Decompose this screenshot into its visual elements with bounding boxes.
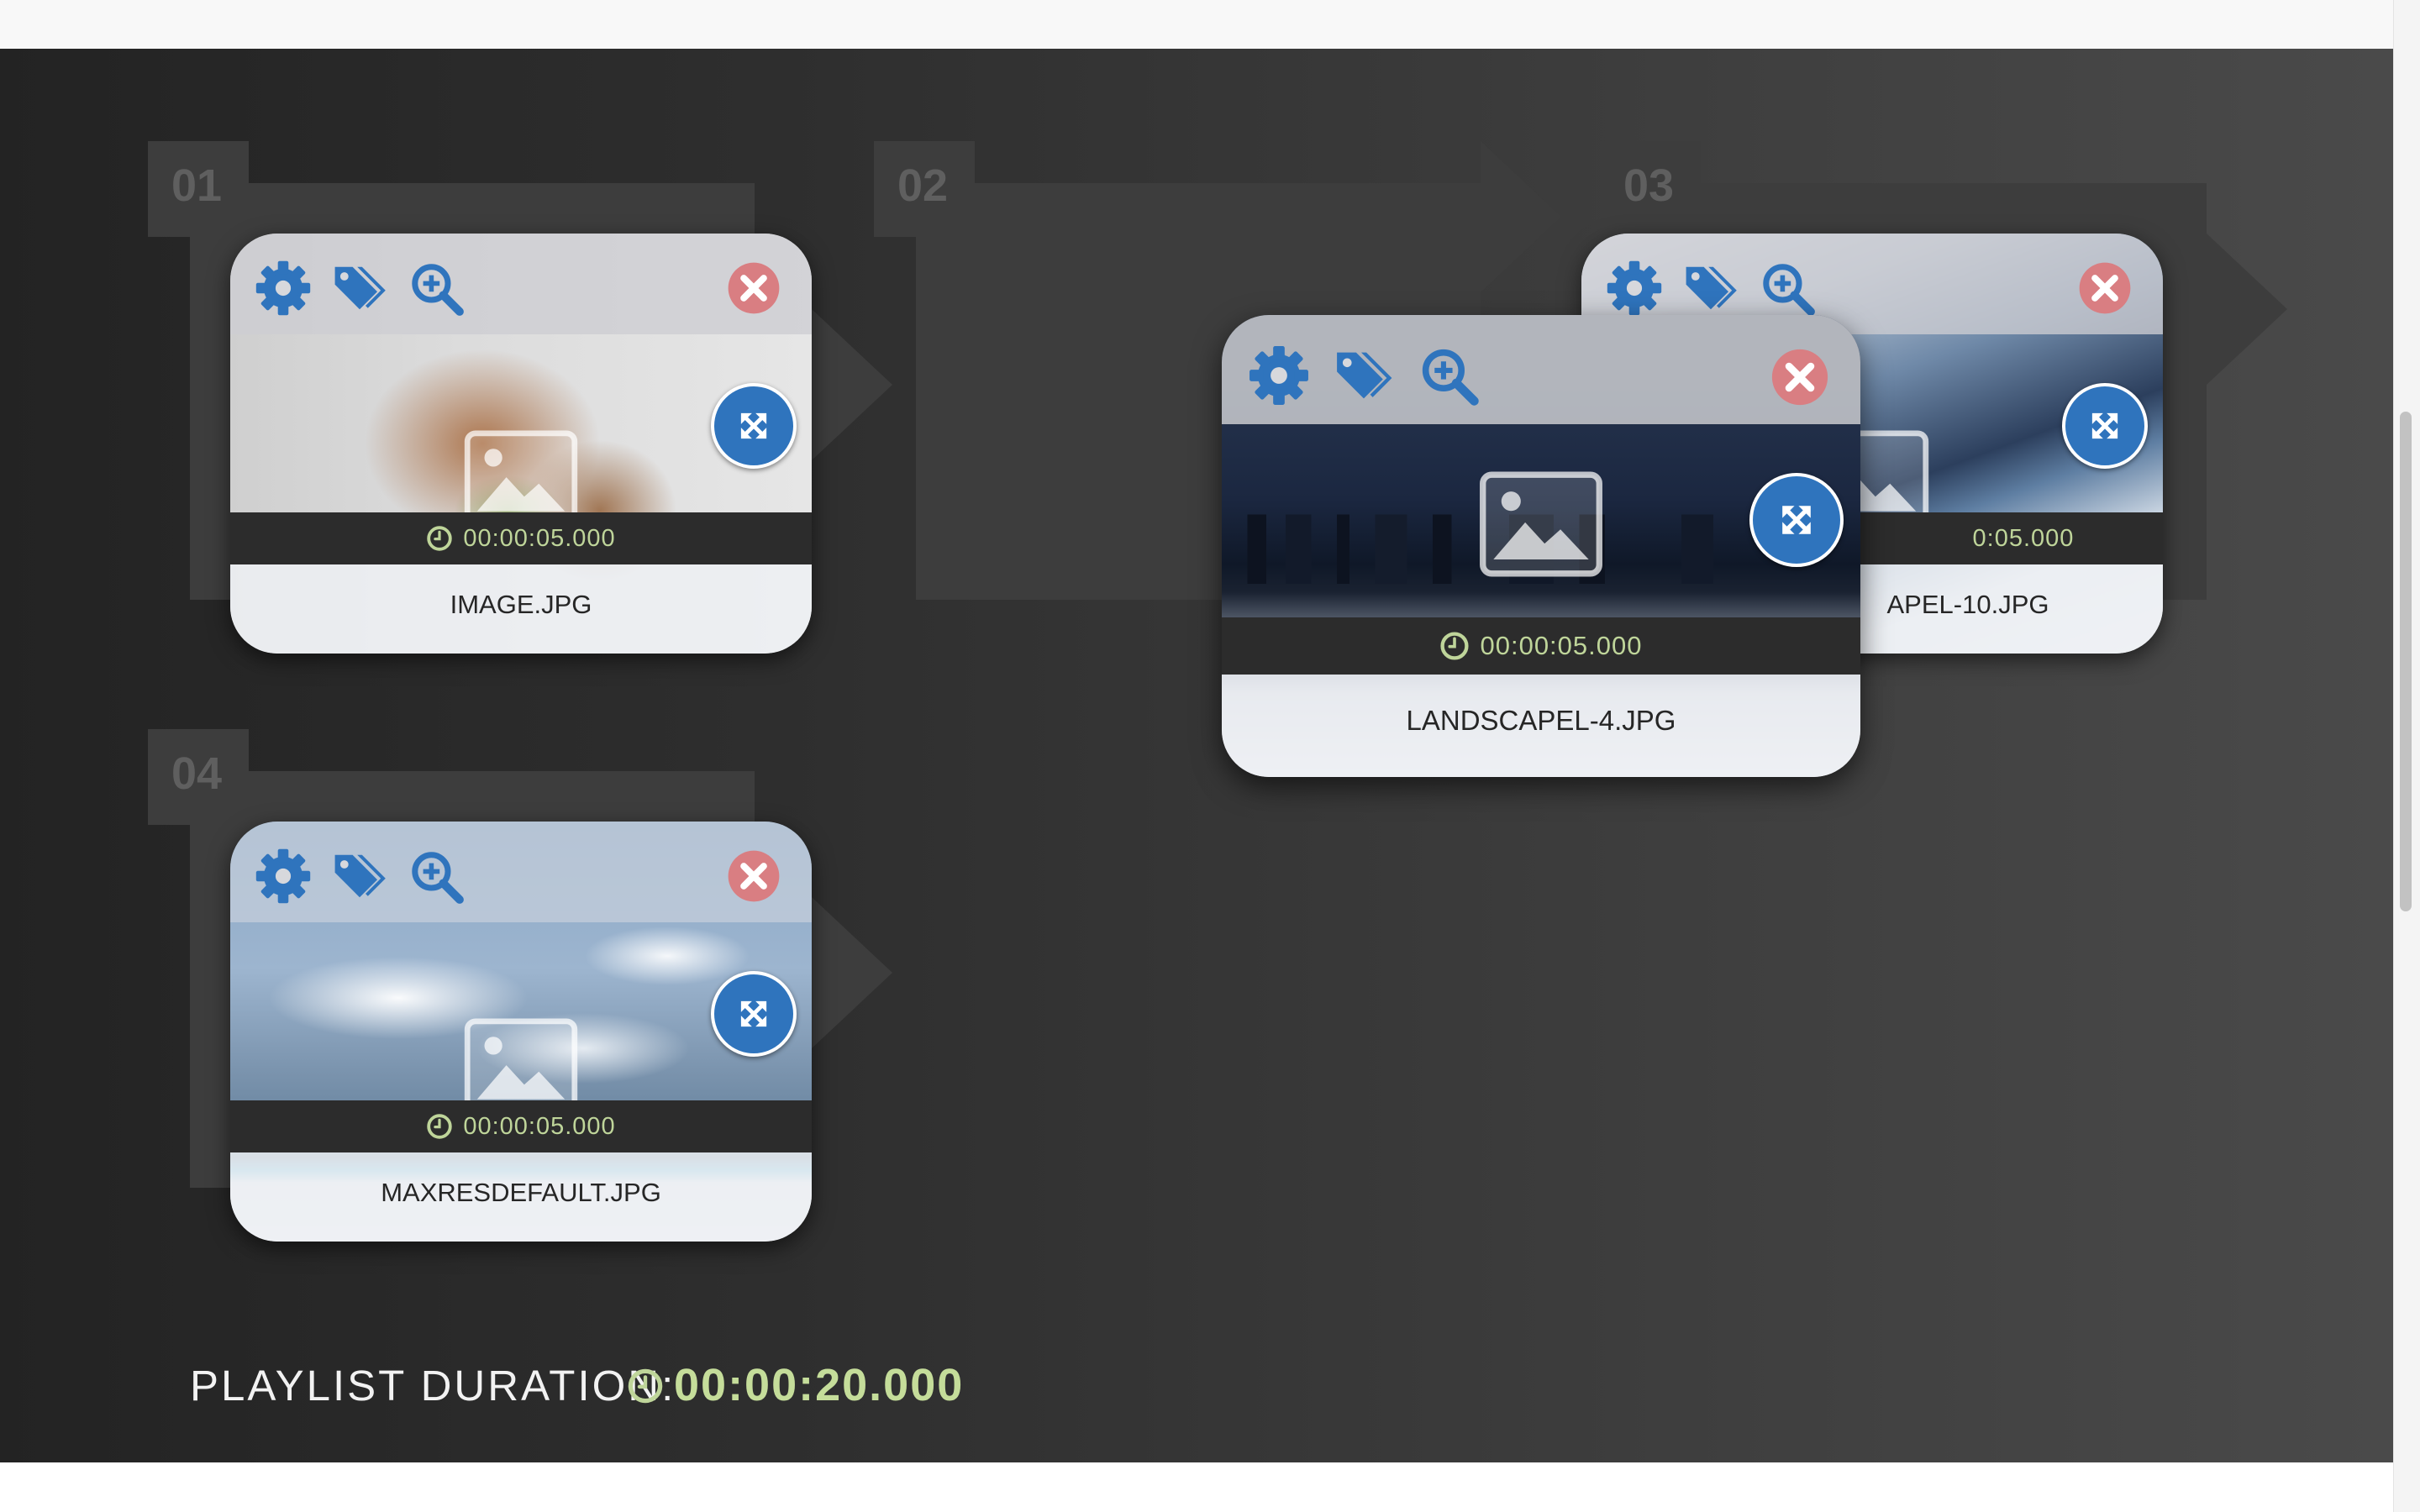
expand-icon	[731, 403, 776, 449]
zoom-in-icon[interactable]	[1417, 344, 1481, 407]
close-icon[interactable]	[726, 260, 781, 316]
expand-button[interactable]	[711, 383, 797, 469]
duration-bar: 00:00:05.000	[230, 1100, 812, 1152]
expand-button[interactable]	[711, 971, 797, 1057]
clock-icon	[426, 1113, 453, 1140]
close-icon[interactable]	[1770, 347, 1830, 407]
playlist-stage: 01 02 03 04 0:05.000 APEL-10.JPG 00:00:0…	[0, 49, 2393, 1462]
slot-number: 04	[171, 748, 223, 799]
zoom-in-icon[interactable]	[407, 259, 466, 318]
expand-icon	[731, 991, 776, 1037]
zoom-in-icon[interactable]	[407, 847, 466, 906]
tag-icon[interactable]	[329, 847, 390, 906]
tag-icon[interactable]	[1331, 344, 1397, 407]
slot-arrow	[812, 309, 892, 460]
expand-button[interactable]	[1749, 473, 1844, 567]
filename-label: LANDSCAPEL-4.JPG	[1406, 705, 1676, 736]
media-card[interactable]: 00:00:05.000 IMAGE.JPG	[230, 234, 812, 654]
zoom-in-icon[interactable]	[1758, 259, 1817, 318]
playlist-duration-label: PLAYLIST DURATION:	[190, 1362, 676, 1410]
gear-icon[interactable]	[1247, 344, 1311, 407]
bottom-bar	[0, 1462, 2393, 1512]
card-toolbar	[230, 234, 812, 334]
gear-icon[interactable]	[254, 847, 313, 906]
duration-text: 0:05.000	[1972, 524, 2075, 552]
close-icon[interactable]	[2077, 260, 2133, 316]
slot-number: 02	[897, 160, 949, 211]
gear-icon[interactable]	[1605, 259, 1664, 318]
filename-label: IMAGE.JPG	[450, 590, 592, 619]
media-card[interactable]: 00:00:05.000 LANDSCAPEL-4.JPG	[1222, 315, 1860, 777]
card-toolbar	[230, 822, 812, 922]
top-bar	[0, 0, 2393, 50]
tag-icon[interactable]	[329, 259, 390, 318]
duration-text: 00:00:05.000	[463, 524, 616, 552]
gear-icon[interactable]	[254, 259, 313, 318]
scrollbar-thumb[interactable]	[2400, 412, 2412, 911]
duration-text: 00:00:05.000	[1480, 631, 1643, 660]
clock-icon	[426, 525, 453, 552]
slot-number: 01	[171, 160, 223, 211]
expand-icon	[1771, 495, 1822, 545]
filename-label: MAXRESDEFAULT.JPG	[381, 1178, 661, 1207]
playlist-duration-value: 00:00:20.000	[674, 1360, 965, 1410]
media-card[interactable]: 00:00:05.000 MAXRESDEFAULT.JPG	[230, 822, 812, 1242]
card-toolbar	[1222, 315, 1860, 424]
slot-arrow	[2207, 234, 2287, 385]
duration-bar: 00:00:05.000	[1222, 617, 1860, 675]
close-icon[interactable]	[726, 848, 781, 904]
slot-arrow	[812, 897, 892, 1048]
expand-button[interactable]	[2062, 383, 2148, 469]
duration-text: 00:00:05.000	[463, 1112, 616, 1140]
tag-icon[interactable]	[1681, 259, 1741, 318]
image-placeholder-icon	[1479, 471, 1603, 577]
clock-icon	[1439, 631, 1470, 661]
expand-icon	[2082, 403, 2128, 449]
slot-arrow	[1481, 141, 1561, 292]
duration-bar: 00:00:05.000	[230, 512, 812, 564]
slot-number: 03	[1623, 160, 1675, 211]
clock-icon	[627, 1368, 664, 1404]
